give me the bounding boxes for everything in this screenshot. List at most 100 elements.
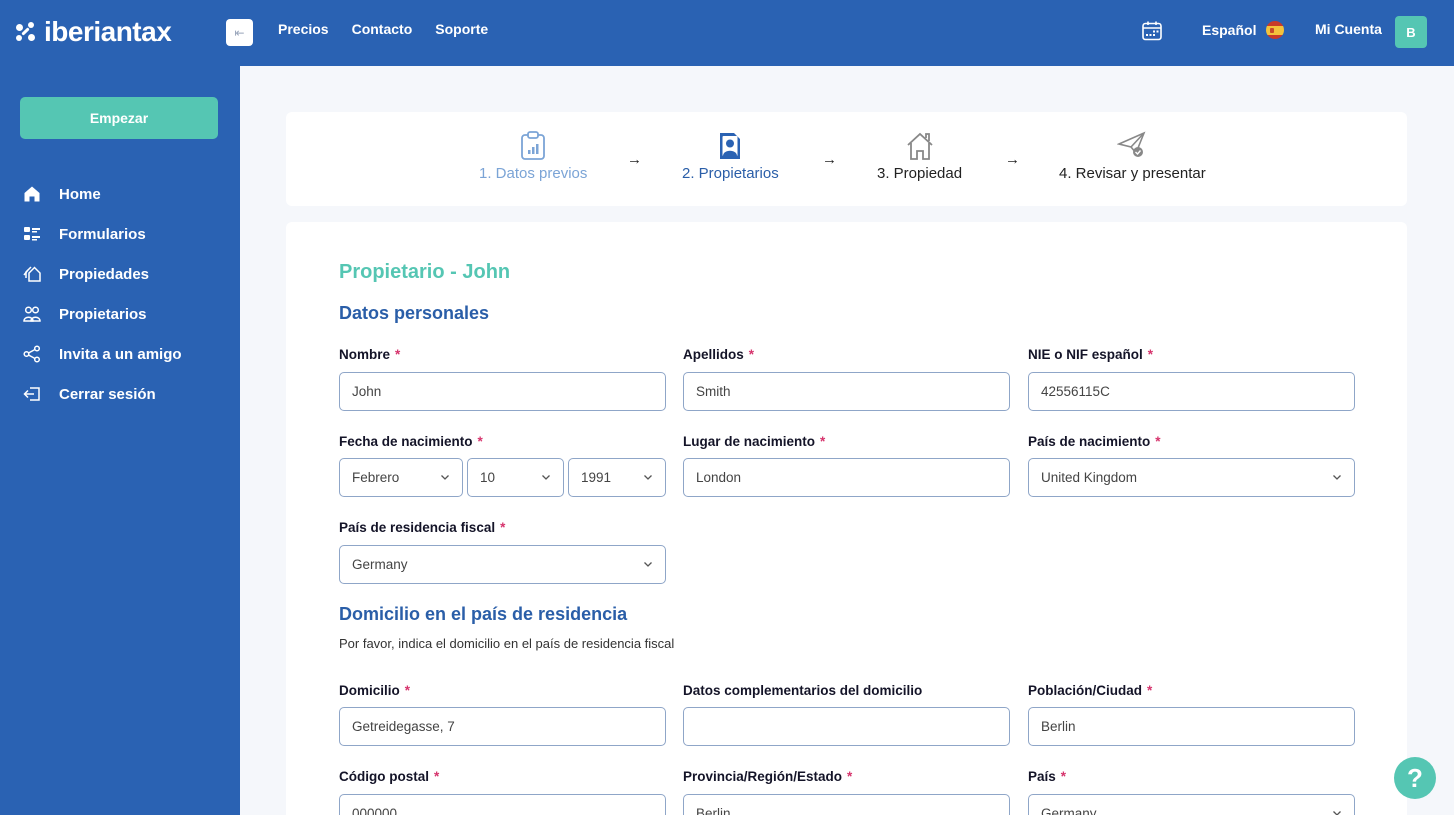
houses-icon	[22, 264, 42, 284]
datos-complementarios-input[interactable]	[683, 707, 1010, 746]
sidebar-item-cerrar-sesion[interactable]: Cerrar sesión	[22, 374, 182, 414]
share-icon	[22, 344, 42, 364]
home-icon	[22, 184, 42, 204]
label-codigo-postal: Código postal *	[339, 769, 440, 784]
step-revisar-presentar[interactable]: 4. Revisar y presentar	[1059, 131, 1206, 182]
sidebar-item-label: Home	[59, 185, 101, 203]
label-nombre: Nombre *	[339, 347, 401, 362]
chevron-down-icon	[1333, 475, 1341, 480]
step-datos-previos[interactable]: 1. Datos previos	[479, 131, 587, 182]
collapse-arrow-icon: ⇤	[234, 25, 245, 40]
label-fecha-nacimiento: Fecha de nacimiento *	[339, 434, 483, 449]
label-lugar-nacimiento: Lugar de nacimiento *	[683, 434, 826, 449]
id-card-icon	[715, 131, 745, 161]
question-mark-icon: ?	[1407, 762, 1423, 793]
paper-plane-check-icon	[1117, 131, 1147, 161]
nav-soporte[interactable]: Soporte	[435, 21, 488, 37]
step-arrow-icon: →	[822, 151, 837, 168]
pais-value: Germany	[1041, 806, 1097, 815]
checklist-icon	[22, 224, 42, 244]
owner-title: Propietario - John	[339, 261, 511, 283]
chevron-down-icon	[644, 475, 652, 480]
sidebar: Empezar Home Formularios Propiedades Pro…	[0, 66, 240, 815]
logo-mark-icon	[16, 22, 36, 42]
chevron-down-icon	[1333, 811, 1341, 815]
sidebar-item-label: Propietarios	[59, 305, 147, 323]
language-selector[interactable]: Español	[1202, 21, 1285, 39]
label-pais-residencia: País de residencia fiscal *	[339, 520, 506, 535]
owner-form: Propietario - John Datos personales Nomb…	[286, 222, 1407, 815]
account-menu[interactable]: Mi Cuenta	[1315, 21, 1382, 37]
label-provincia: Provincia/Región/Estado *	[683, 769, 853, 784]
label-datos-complementarios: Datos complementarios del domicilio	[683, 683, 923, 698]
label-poblacion: Población/Ciudad *	[1028, 683, 1153, 698]
nombre-input[interactable]: John	[339, 372, 666, 411]
poblacion-input[interactable]: Berlin	[1028, 707, 1355, 746]
brand-name: iberiantax	[44, 16, 172, 47]
pais-residencia-select[interactable]: Germany	[339, 545, 666, 584]
sidebar-item-label: Cerrar sesión	[59, 385, 156, 403]
users-icon	[22, 304, 42, 324]
help-button[interactable]: ?	[1394, 757, 1436, 799]
sidebar-item-formularios[interactable]: Formularios	[22, 214, 182, 254]
pais-nacimiento-value: United Kingdom	[1041, 470, 1138, 485]
sidebar-item-label: Propiedades	[59, 265, 150, 283]
label-pais-nacimiento: País de nacimiento *	[1028, 434, 1161, 449]
domicilio-input[interactable]: Getreidegasse, 7	[339, 707, 666, 746]
calendar-icon[interactable]	[1141, 20, 1163, 42]
birth-day-select[interactable]: 10	[467, 458, 564, 497]
progress-steps: 1. Datos previos → 2. Propietarios → 3. …	[286, 112, 1407, 206]
step-label: 3. Propiedad	[877, 165, 963, 182]
collapse-sidebar-button[interactable]: ⇤	[226, 19, 253, 46]
step-propietarios[interactable]: 2. Propietarios	[682, 131, 779, 182]
language-label: Español	[1202, 22, 1257, 38]
sidebar-item-home[interactable]: Home	[22, 174, 182, 214]
step-label: 1. Datos previos	[479, 165, 588, 182]
spain-flag-icon	[1266, 21, 1285, 39]
logout-icon	[22, 384, 42, 404]
top-nav: Precios Contacto Soporte	[278, 21, 488, 37]
section-title-personal: Datos personales	[339, 303, 490, 323]
pais-select[interactable]: Germany	[1028, 794, 1355, 815]
label-pais: País *	[1028, 769, 1067, 784]
top-bar: iberiantax ⇤ Precios Contacto Soporte Es…	[0, 0, 1454, 66]
sidebar-item-propietarios[interactable]: Propietarios	[22, 294, 182, 334]
avatar[interactable]: B	[1395, 16, 1427, 48]
house-icon	[905, 131, 935, 161]
chevron-down-icon	[441, 475, 449, 480]
section-title-address: Domicilio en el país de residencia	[339, 604, 628, 624]
lugar-nacimiento-input[interactable]: London	[683, 458, 1010, 497]
pais-nacimiento-select[interactable]: United Kingdom	[1028, 458, 1355, 497]
sidebar-item-invita[interactable]: Invita a un amigo	[22, 334, 182, 374]
step-label: 2. Propietarios	[682, 165, 779, 182]
step-arrow-icon: →	[627, 151, 642, 168]
step-propiedad[interactable]: 3. Propiedad	[877, 131, 962, 182]
birth-month-select[interactable]: Febrero	[339, 458, 463, 497]
nav-precios[interactable]: Precios	[278, 21, 329, 37]
pais-residencia-value: Germany	[352, 557, 408, 572]
step-label: 4. Revisar y presentar	[1059, 165, 1206, 182]
label-nie: NIE o NIF español *	[1028, 347, 1154, 362]
clipboard-chart-icon	[518, 131, 548, 161]
label-apellidos: Apellidos *	[683, 347, 755, 362]
birth-year-select[interactable]: 1991	[568, 458, 666, 497]
nie-input[interactable]: 42556115C	[1028, 372, 1355, 411]
label-domicilio: Domicilio *	[339, 683, 411, 698]
section-description: Por favor, indica el domicilio en el paí…	[339, 636, 675, 651]
provincia-input[interactable]: Berlin	[683, 794, 1010, 815]
sidebar-item-label: Invita a un amigo	[59, 345, 182, 363]
sidebar-nav: Home Formularios Propiedades Propietario…	[22, 174, 182, 414]
brand-logo[interactable]: iberiantax	[16, 16, 172, 47]
chevron-down-icon	[644, 562, 652, 567]
sidebar-item-propiedades[interactable]: Propiedades	[22, 254, 182, 294]
chevron-down-icon	[542, 475, 550, 480]
nav-contacto[interactable]: Contacto	[352, 21, 413, 37]
apellidos-input[interactable]: Smith	[683, 372, 1010, 411]
birth-year-value: 1991	[581, 470, 612, 485]
sidebar-item-label: Formularios	[59, 225, 146, 243]
codigo-postal-input[interactable]: 000000	[339, 794, 666, 815]
start-button[interactable]: Empezar	[20, 97, 218, 139]
birth-day-value: 10	[480, 470, 496, 485]
step-arrow-icon: →	[1005, 151, 1020, 168]
birth-month-value: Febrero	[352, 470, 400, 485]
